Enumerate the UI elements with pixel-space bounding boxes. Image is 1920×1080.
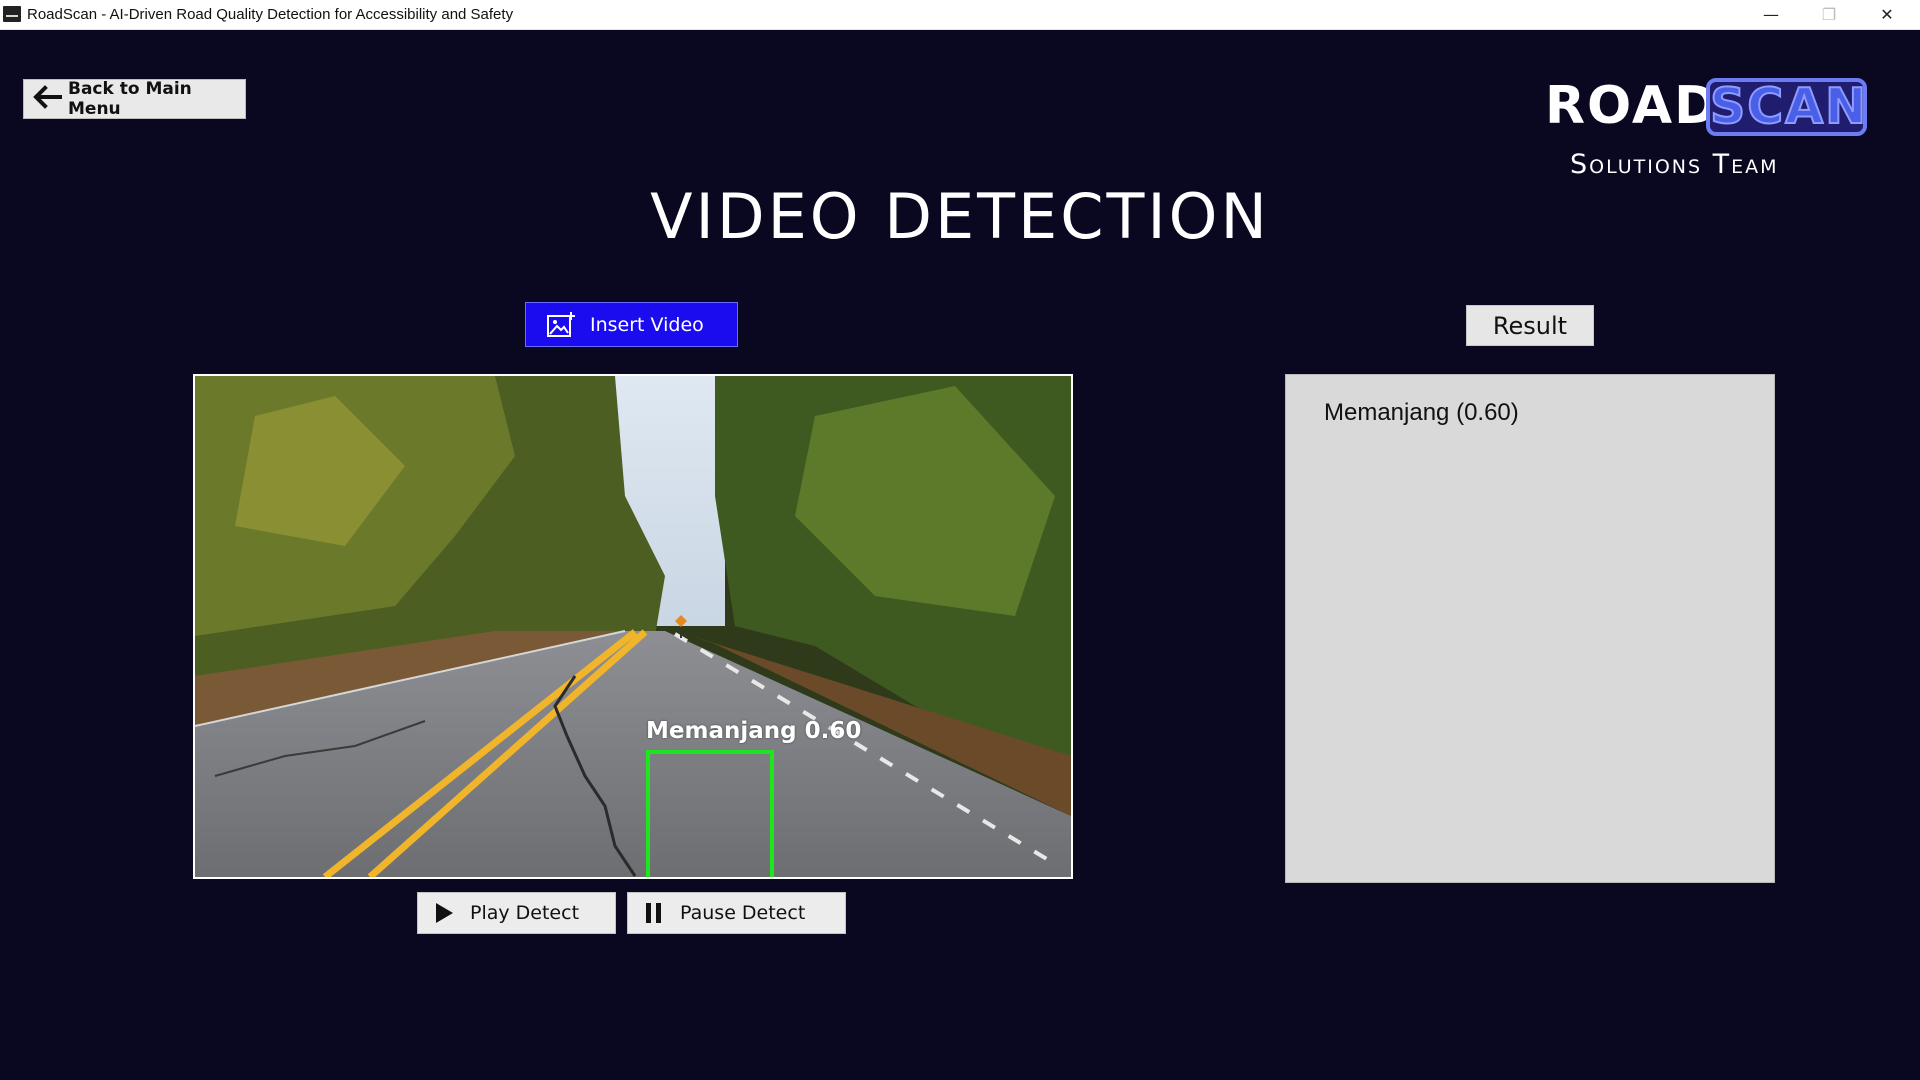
app-content: Back to Main Menu ROAD SCAN Solutions Te… [0,30,1920,1080]
result-item: Memanjang (0.60) [1324,399,1519,426]
pause-detect-button[interactable]: Pause Detect [627,892,846,934]
image-add-icon [546,311,576,339]
maximize-button[interactable]: ❐ [1800,0,1858,29]
result-panel: Memanjang (0.60) [1285,374,1775,883]
minimize-button[interactable]: — [1742,0,1800,29]
insert-video-label: Insert Video [590,313,704,336]
video-frame-image [195,376,1071,877]
back-to-main-menu-button[interactable]: Back to Main Menu [23,79,246,119]
window-titlebar: RoadScan - AI-Driven Road Quality Detect… [0,0,1920,30]
play-detect-label: Play Detect [470,902,580,924]
detection-bounding-box [646,750,774,877]
window-title: RoadScan - AI-Driven Road Quality Detect… [27,6,514,23]
pause-icon [644,902,664,924]
play-detect-button[interactable]: Play Detect [417,892,616,934]
close-button[interactable]: ✕ [1858,0,1916,29]
play-icon [434,902,454,924]
result-button[interactable]: Result [1466,305,1594,346]
pause-detect-label: Pause Detect [680,902,806,924]
video-preview: Memanjang 0.60 [193,374,1073,879]
logo-road-text: ROAD [1545,76,1720,136]
roadscan-logo: ROAD SCAN Solutions Team [1540,52,1880,180]
app-icon [3,6,21,22]
page-title: VIDEO DETECTION [650,180,1270,253]
logo-subtitle: Solutions Team [1570,149,1779,180]
insert-video-button[interactable]: Insert Video [525,302,738,347]
arrow-left-icon [32,84,62,115]
detection-label: Memanjang 0.60 [646,718,862,744]
back-button-label: Back to Main Menu [68,79,192,119]
logo-scan-text: SCAN [1706,78,1867,136]
